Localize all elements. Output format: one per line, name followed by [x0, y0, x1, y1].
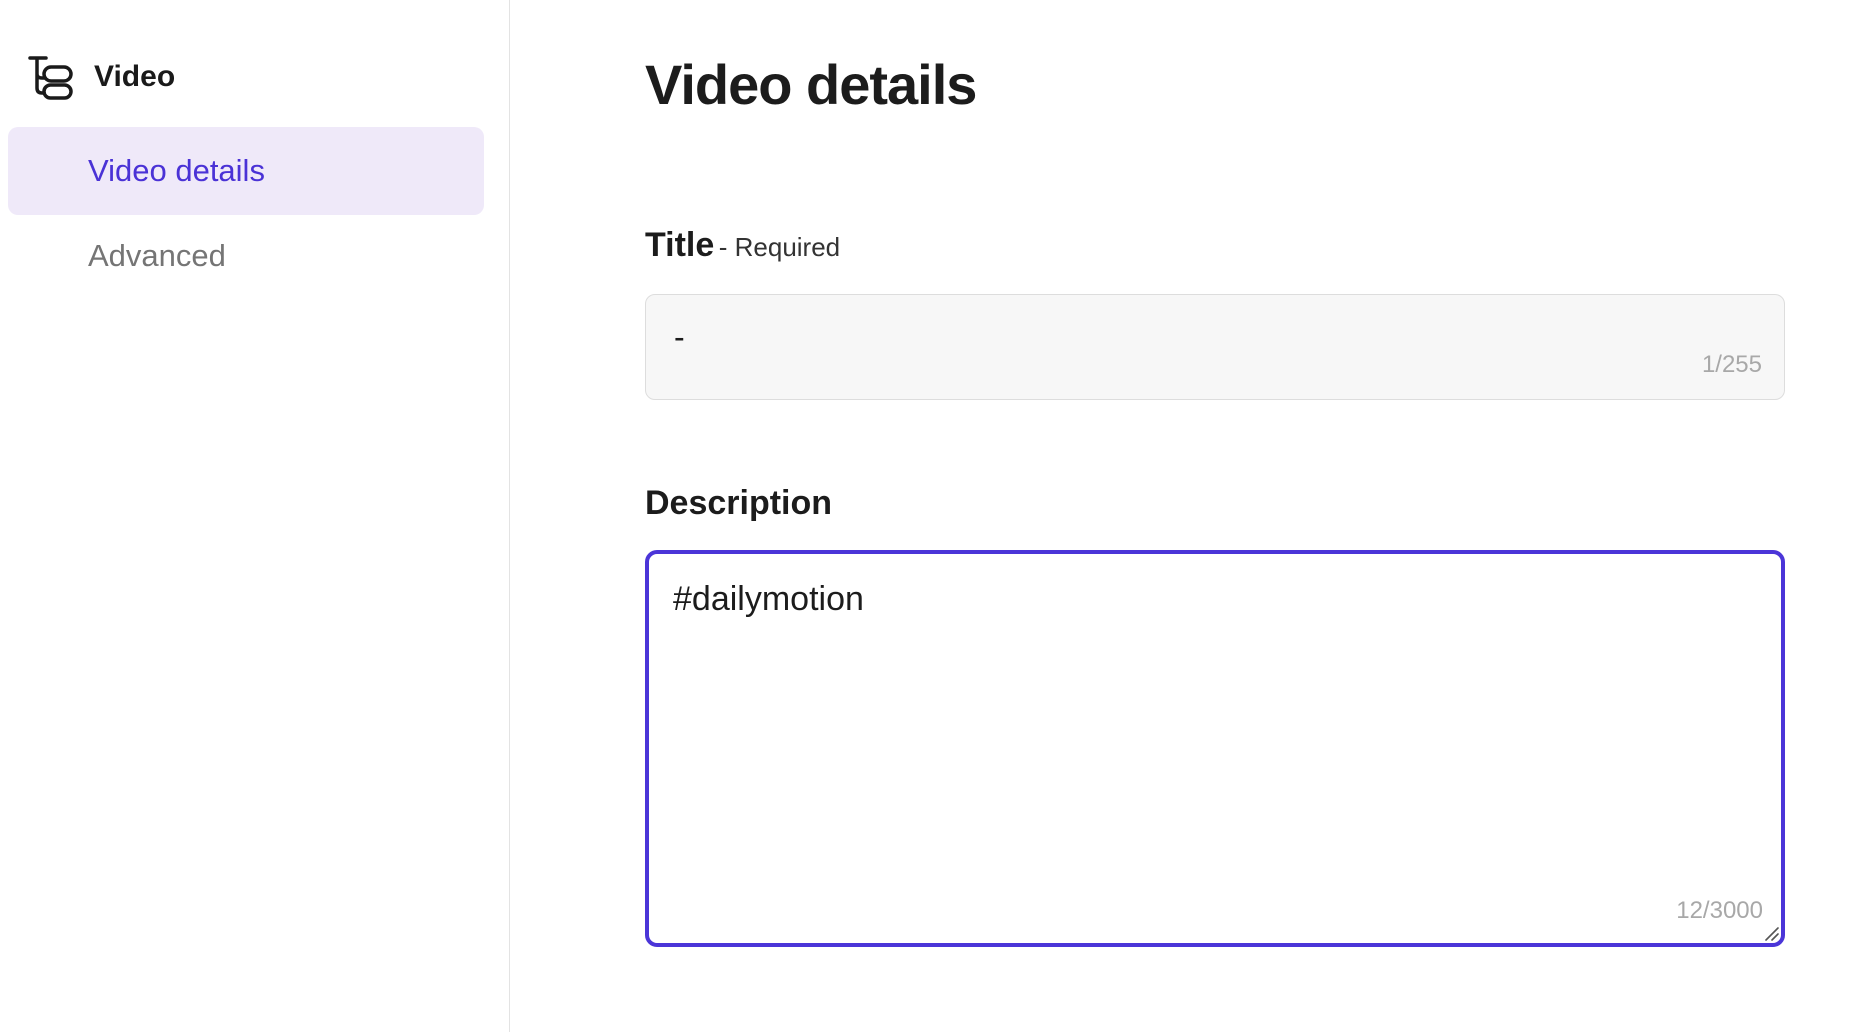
description-textarea[interactable]: #dailymotion 12/3000 [645, 550, 1785, 947]
sidebar-item-label: Video details [88, 153, 265, 188]
title-input-value[interactable]: - [674, 319, 685, 356]
tree-structure-icon [28, 54, 74, 100]
title-input[interactable]: - 1/255 [645, 294, 1785, 400]
sidebar: Video Video details Advanced [0, 0, 510, 1032]
sidebar-header: Video [28, 54, 175, 100]
title-field-label: Title - Required [645, 226, 840, 265]
description-label-text: Description [645, 484, 833, 522]
title-char-counter: 1/255 [1701, 351, 1762, 378]
title-label-text: Title [645, 226, 715, 264]
description-textarea-value[interactable]: #dailymotion [673, 580, 864, 619]
sidebar-item-advanced[interactable]: Advanced [8, 212, 484, 300]
required-indicator: - Required [718, 232, 841, 262]
sidebar-title: Video [94, 60, 176, 93]
sidebar-item-label: Advanced [88, 238, 226, 273]
description-field-label: Description [645, 484, 832, 523]
description-char-counter: 12/3000 [1676, 897, 1763, 924]
app-root: Video Video details Advanced Video detai… [0, 0, 1872, 1032]
sidebar-item-video-details[interactable]: Video details [8, 127, 484, 215]
resize-handle-icon[interactable] [1761, 923, 1779, 941]
page-title: Video details [645, 53, 977, 116]
